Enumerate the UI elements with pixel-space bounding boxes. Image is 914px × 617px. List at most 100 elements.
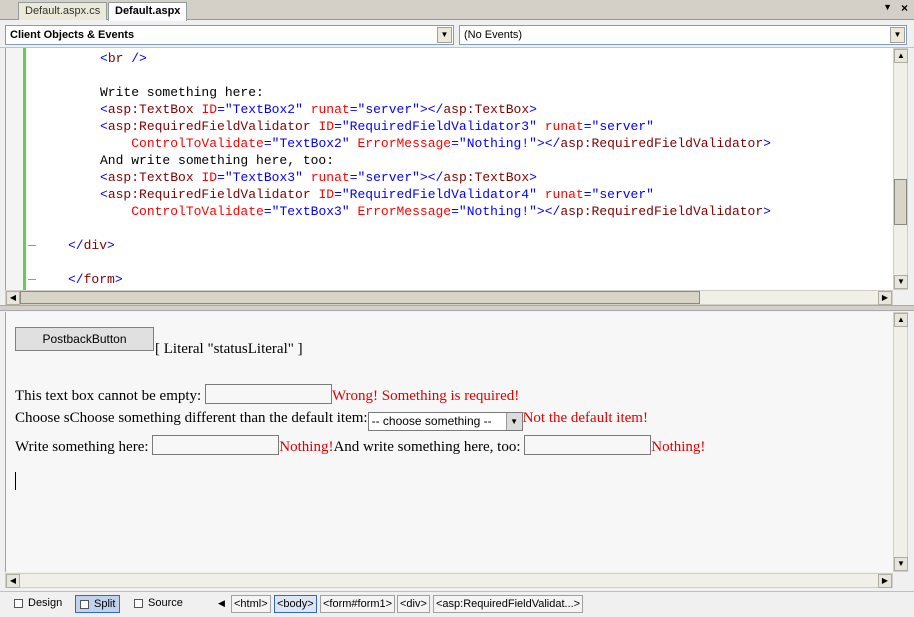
code-token: asp:TextBox [443,170,530,185]
view-button-label: Split [94,598,116,610]
tab-default-aspx[interactable]: Default.aspx [108,2,188,21]
code-token: asp:TextBox [107,170,194,185]
source-editor[interactable]: <br /> Write something here: <asp:TextBox … [5,48,893,290]
breadcrumb-form[interactable]: <form#form1> [320,595,396,613]
breadcrumb-div[interactable]: <div> [397,595,430,613]
code-token: ControlToValidate [131,136,264,151]
validator-message: Wrong! Something is required! [331,388,520,404]
code-token: < [100,51,108,66]
breadcrumb-body[interactable]: <body> [274,595,317,613]
down-triangle-icon[interactable]: ▼ [883,2,892,12]
change-tracking-bar [23,48,26,290]
code-token: > [107,238,115,253]
code-token: ="server" [583,119,654,134]
code-token: runat [310,170,350,185]
validator-message: Nothing! [651,439,706,455]
code-line: <asp:TextBox ID="TextBox3" runat="server… [100,169,537,186]
event-dropdown[interactable]: (No Events) ▼ [459,25,907,45]
design-vertical-scrollbar[interactable]: ▲ ▼ [893,312,908,572]
editor-gutter [6,48,24,290]
status-literal: [ Literal "statusLiteral" ] [155,341,303,357]
design-view-icon [14,599,23,608]
split-view-button[interactable]: Split [75,595,121,613]
scroll-thumb[interactable] [20,291,700,304]
code-line: <asp:TextBox ID="TextBox2" runat="server… [100,101,537,118]
code-token: ="TextBox3" [217,170,303,185]
code-token: ="server" [583,187,654,202]
code-token: ="TextBox2" [217,102,303,117]
design-row-2: Choose sChoose something different than … [15,409,648,431]
scroll-up-icon[interactable]: ▲ [894,313,908,327]
code-horizontal-scrollbar[interactable]: ◀ ▶ [5,290,893,305]
scroll-up-icon[interactable]: ▲ [894,49,908,63]
design-view-button[interactable]: Design [10,595,66,613]
textbox-2[interactable] [152,435,280,455]
code-token: ="TextBox3" [263,204,350,219]
code-token: div [83,238,108,253]
choice-dropdown[interactable]: -- choose something -- ▼ [367,412,523,431]
scroll-down-icon[interactable]: ▼ [894,275,908,289]
code-token: ="server"></ [349,170,444,185]
code-line: <asp:RequiredFieldValidator ID="Required… [100,186,654,203]
split-divider[interactable] [0,305,914,311]
code-token: Write something here: [100,85,264,100]
scroll-thumb[interactable] [894,179,907,225]
code-token: ErrorMessage [357,204,452,219]
close-icon[interactable]: × [901,1,908,15]
code-token: > [763,136,771,151]
code-token: runat [544,119,584,134]
object-dropdown[interactable]: Client Objects & Events ▼ [5,25,454,45]
code-line: <asp:RequiredFieldValidator ID="Required… [100,118,654,135]
code-vertical-scrollbar[interactable]: ▲ ▼ [893,48,908,290]
chevron-down-icon[interactable]: ▼ [505,413,522,430]
code-token: /> [123,51,147,66]
breadcrumb-html[interactable]: <html> [231,595,271,613]
source-view-button[interactable]: Source [130,595,187,613]
textbox-3[interactable] [524,435,652,455]
textbox-1[interactable] [204,384,332,404]
code-token: asp:TextBox [443,102,530,117]
code-token: < [100,102,108,117]
postback-button[interactable]: PostbackButton [15,327,154,351]
design-horizontal-scrollbar[interactable]: ◀ ▶ [5,573,893,588]
chevron-down-icon[interactable]: ▼ [437,27,452,43]
code-token: asp:RequiredFieldValidator [560,136,764,151]
validator-message: Nothing! [279,439,334,455]
scroll-right-icon[interactable]: ▶ [878,574,892,588]
textbox-label: And write something here, too: [333,439,525,455]
code-token: > [529,170,537,185]
code-token: ="RequiredFieldValidator3" [334,119,537,134]
choice-dropdown-value: -- choose something -- [371,414,492,428]
code-token: ErrorMessage [357,136,452,151]
scroll-left-icon[interactable]: ◀ [6,574,20,588]
scroll-down-icon[interactable]: ▼ [894,557,908,571]
code-line: <br /> [100,50,147,67]
chevron-down-icon[interactable]: ▼ [890,27,905,43]
code-token: asp:RequiredFieldValidator [107,119,311,134]
code-token: ="server"></ [349,102,444,117]
breadcrumb-validator[interactable]: <asp:RequiredFieldValidat...> [433,595,584,613]
design-surface[interactable]: PostbackButton [ Literal "statusLiteral"… [5,312,893,572]
code-line: Write something here: [100,84,264,101]
code-line: ControlToValidate="TextBox2" ErrorMessag… [100,135,771,152]
code-token: < [100,119,108,134]
tab-default-aspx-cs[interactable]: Default.aspx.cs [18,2,108,20]
tab-label: Default.aspx [115,5,181,17]
code-token: < [100,187,108,202]
code-token: ="RequiredFieldValidator4" [334,187,537,202]
code-line: And write something here, too: [100,152,334,169]
scroll-left-icon[interactable]: ◀ [6,291,20,305]
scroll-right-icon[interactable]: ▶ [878,291,892,305]
split-view-icon [80,600,89,609]
design-row-3: Write something here: Nothing!And write … [15,435,705,456]
scroll-left-icon[interactable]: ◀ [218,598,225,609]
code-token: > [114,272,123,287]
code-token: asp:RequiredFieldValidator [107,187,311,202]
code-token: runat [544,187,584,202]
code-token: </ [68,272,84,287]
